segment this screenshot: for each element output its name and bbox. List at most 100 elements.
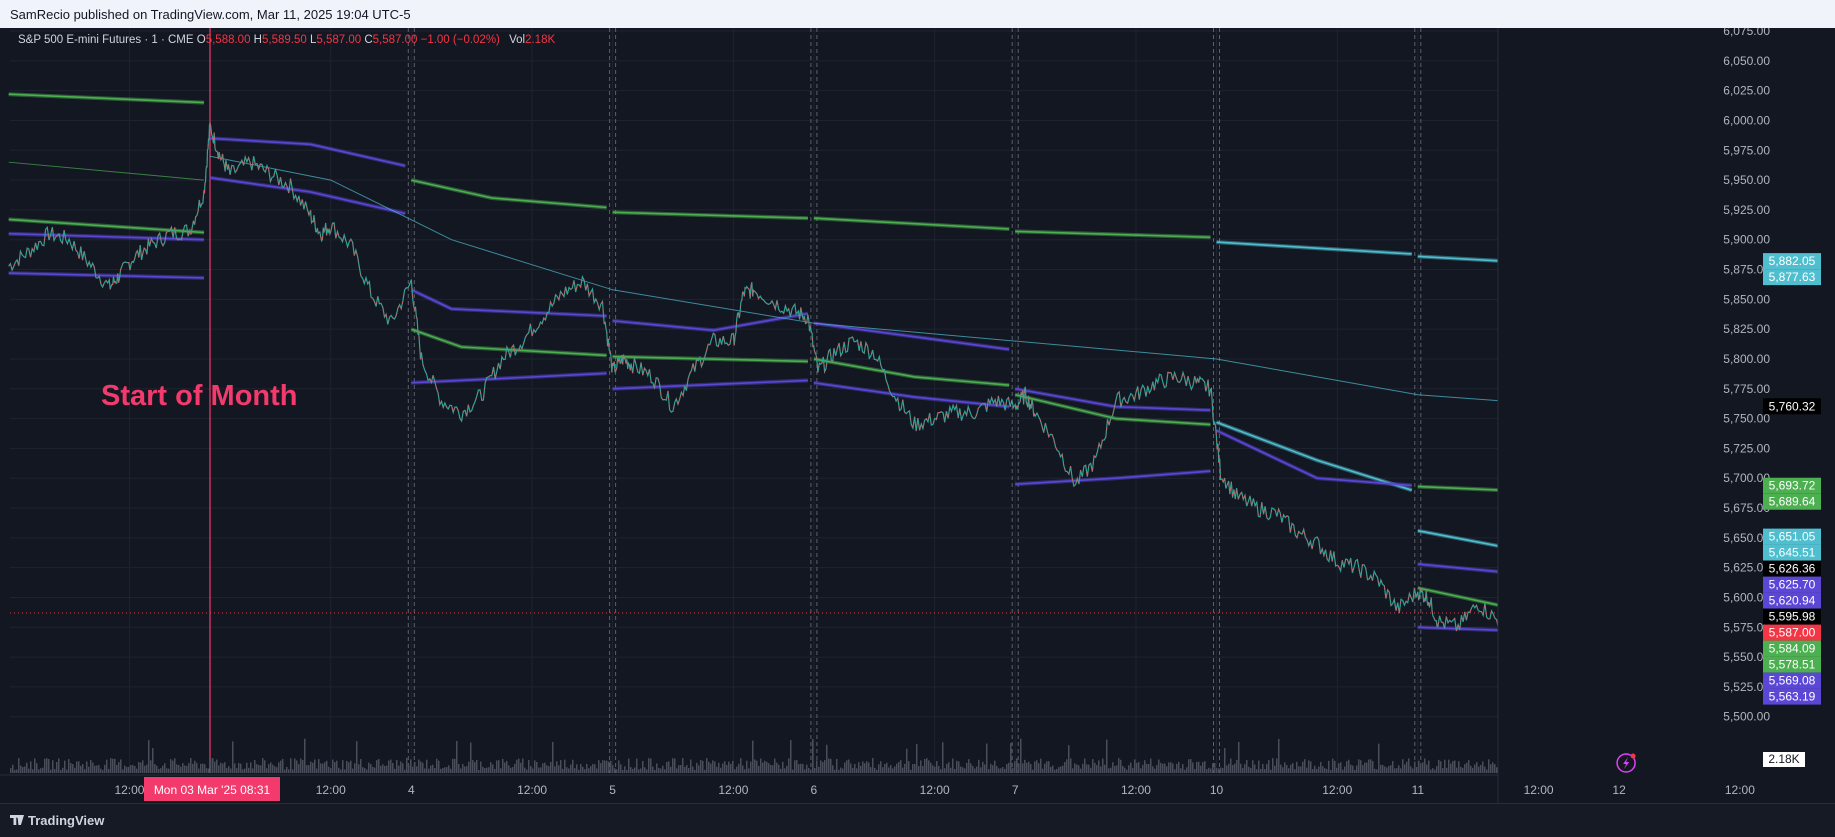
volume-bar (704, 769, 706, 773)
volume-bar (490, 762, 492, 773)
volume-bar (1116, 765, 1118, 773)
volume-bar (934, 766, 936, 773)
volume-bar (844, 762, 846, 773)
volume-bar (942, 742, 944, 773)
change-value: −1.00 (−0.02%) (420, 34, 500, 46)
volume-bar (638, 769, 640, 773)
volume-bar (868, 762, 870, 773)
volume-bar (1010, 742, 1012, 773)
volume-bar (1300, 766, 1302, 773)
y-tick-label: 5,500.00 (1723, 710, 1770, 724)
volume-bar (762, 762, 764, 773)
volume-bar (816, 760, 818, 773)
volume-bar (1016, 758, 1018, 773)
volume-bar (1312, 769, 1314, 773)
volume-bar (640, 768, 642, 773)
volume-bar (498, 760, 500, 773)
volume-bar (414, 761, 416, 773)
y-tick-label: 5,800.00 (1723, 352, 1770, 366)
volume-bar (252, 768, 254, 773)
volume-bar (1072, 768, 1074, 773)
volume-bar (10, 768, 12, 773)
volume-bar (348, 762, 350, 773)
volume-bar (300, 758, 302, 773)
volume-bar (756, 760, 758, 773)
volume-bar (1408, 758, 1410, 773)
volume-bar (1032, 769, 1034, 773)
volume-bar (1166, 766, 1168, 773)
volume-bar (120, 759, 122, 773)
volume-bar (1286, 765, 1288, 773)
volume-bar (1414, 761, 1416, 773)
volume-bar (618, 760, 620, 773)
volume-bar (568, 768, 570, 773)
volume-bar (878, 764, 880, 773)
volume-bar (870, 767, 872, 773)
volume-bar (882, 767, 884, 773)
volume-bar (770, 764, 772, 773)
volume-bar (1150, 758, 1152, 773)
x-tick-label: 7 (1012, 783, 1019, 797)
volume-bar (220, 762, 222, 773)
volume-bar (156, 765, 158, 773)
volume-bar (688, 767, 690, 773)
volume-bar (1164, 763, 1166, 773)
volume-bar (586, 763, 588, 773)
volume-bar (1168, 762, 1170, 773)
volume-bar (1238, 741, 1240, 773)
volume-bar (1202, 762, 1204, 773)
volume-bar (1494, 764, 1496, 773)
volume-bar (708, 761, 710, 773)
volume-bar (1118, 758, 1120, 773)
volume-bar (186, 765, 188, 773)
volume-bar (988, 769, 990, 773)
price-tag-label: 5,578.51 (1769, 658, 1816, 672)
volume-bar (524, 767, 526, 773)
volume-bar (200, 763, 202, 773)
volume-bar (724, 761, 726, 773)
volume-bar (42, 767, 44, 773)
volume-bar (1422, 762, 1424, 773)
volume-bar (554, 766, 556, 773)
volume-bar (1358, 759, 1360, 773)
volume-bar (970, 763, 972, 773)
x-tick-label: 4 (408, 783, 415, 797)
volume-bar (368, 762, 370, 773)
volume-bar (1410, 766, 1412, 773)
volume-bar (138, 762, 140, 773)
volume-bar (792, 769, 794, 773)
volume-bar (328, 766, 330, 773)
volume-bar (1338, 763, 1340, 773)
volume-bar (1004, 768, 1006, 773)
volume-bar (196, 762, 198, 773)
volume-bar (1154, 768, 1156, 773)
price-chart[interactable]: Start of Month 6,075.00 6,050.00 6,025.00 6,… (0, 24, 1835, 803)
volume-bar (924, 758, 926, 773)
x-tick-label: 12:00 (114, 783, 144, 797)
volume-bar (548, 766, 550, 773)
start-of-month-label[interactable]: Start of Month (101, 380, 298, 412)
volume-bar (706, 758, 708, 773)
price-tag-label: 5,882.05 (1769, 254, 1816, 268)
volume-bar (472, 760, 474, 773)
volume-bar (652, 766, 654, 773)
volume-bar (960, 766, 962, 773)
volume-bar (266, 768, 268, 773)
volume-bar (1336, 767, 1338, 773)
tradingview-logo[interactable]: TradingView (10, 813, 104, 828)
volume-bar (936, 761, 938, 773)
volume-bar (350, 760, 352, 773)
volume-bar (72, 764, 74, 773)
price-tag-label: 5,620.94 (1769, 594, 1816, 608)
volume-bar (890, 765, 892, 773)
volume-bar (84, 769, 86, 773)
volume-bar (190, 758, 192, 773)
volume-bar (950, 767, 952, 773)
symbol-name[interactable]: S&P 500 E-mini Futures · 1 · CME (18, 34, 194, 46)
volume-bar (88, 766, 90, 773)
volume-bar (534, 760, 536, 773)
chart-pane[interactable]: Start of Month 6,075.00 6,050.00 6,025.00 6,… (0, 24, 1835, 803)
volume-bar (362, 767, 364, 773)
volume-bar (1132, 767, 1134, 773)
x-tick-label: 12:00 (1322, 783, 1352, 797)
